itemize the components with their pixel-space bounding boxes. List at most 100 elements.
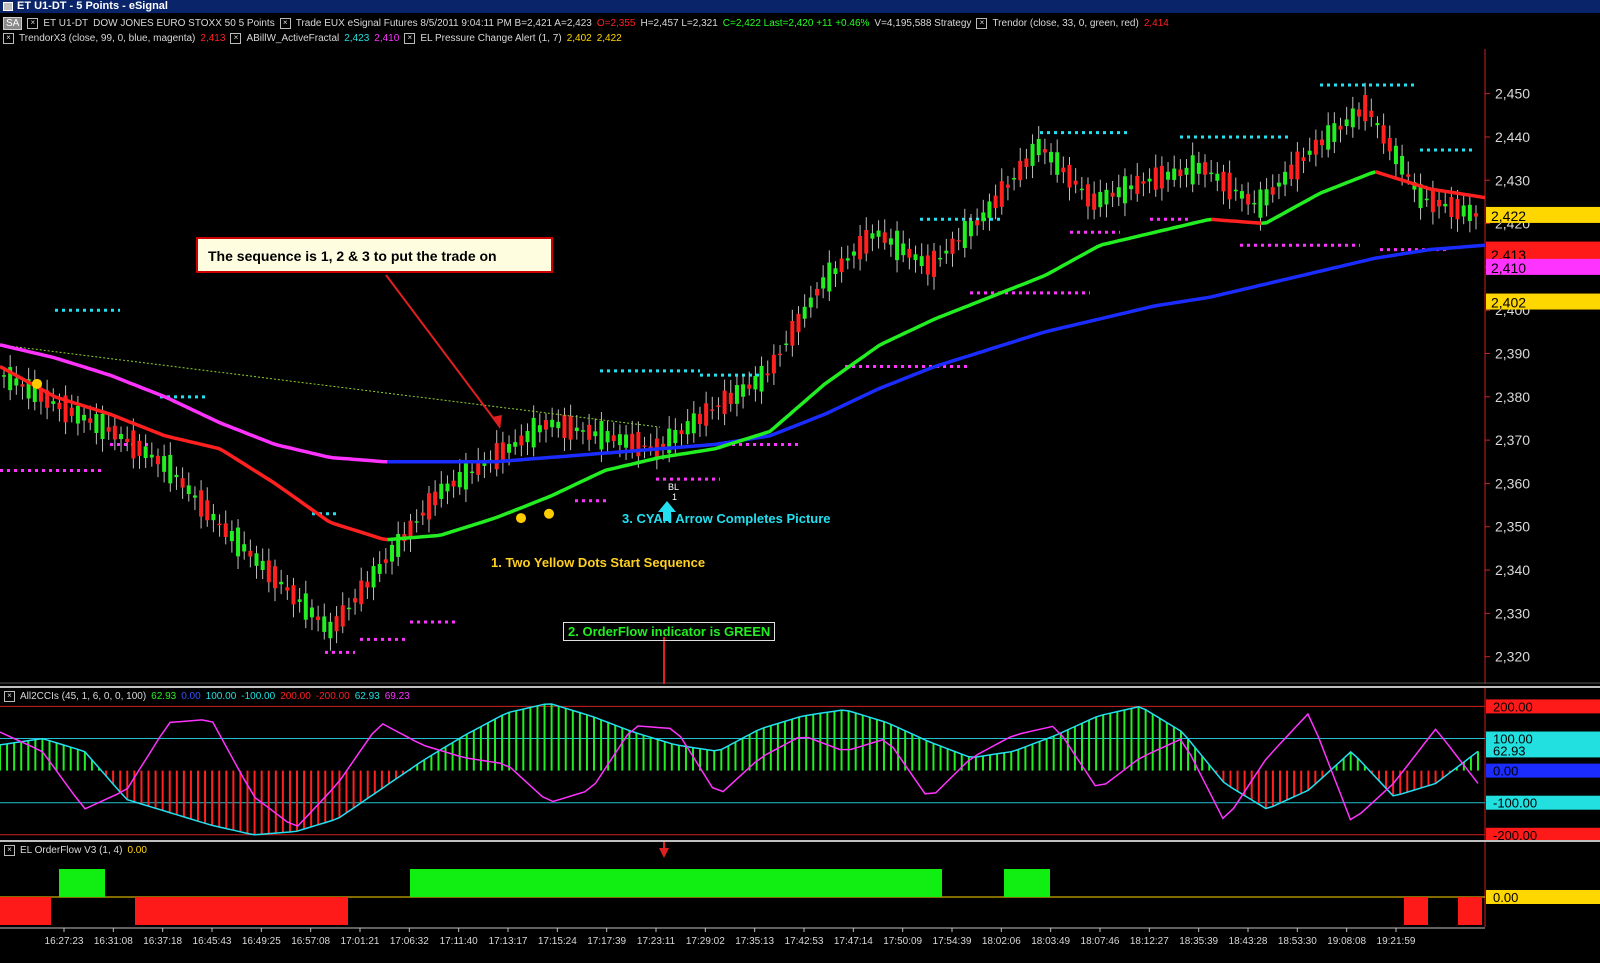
close-study-icon[interactable]: × (230, 32, 242, 44)
candle-body (808, 297, 813, 308)
close-study-icon[interactable]: × (976, 17, 988, 29)
candle-body (1258, 189, 1263, 218)
row2-item: TrendorX3 (close, 99, 0, blue, magenta) (19, 33, 196, 44)
candle-body (174, 474, 179, 478)
candle-body (1116, 187, 1121, 198)
time-tick-label: 16:45:43 (193, 936, 232, 947)
symbol-badge[interactable]: SA (3, 17, 23, 30)
candle-body (704, 403, 709, 426)
candle-body (106, 427, 111, 432)
cci-legend-item: 200.00 (280, 691, 311, 703)
candle-body (938, 257, 943, 260)
candle-body (340, 605, 345, 627)
price-panel[interactable]: 2,4502,4402,4302,4202,4102,4002,3902,380… (0, 49, 1600, 684)
cci-panel[interactable]: × All2CCIs (45, 1, 6, 0, 0, 100) 62.93 0.00… (0, 686, 1600, 840)
close-study-icon[interactable]: × (404, 32, 416, 44)
candle-body (1196, 162, 1201, 174)
time-axis-panel[interactable]: 16:27:23 16:31:08 16:37:18 16:45:43 16:49:25… (0, 927, 1600, 963)
candle-body (1246, 193, 1251, 205)
trendor-line (0, 364, 388, 542)
candle-body (137, 440, 142, 456)
candle-body (1424, 198, 1429, 201)
step2-label: 2. OrderFlow indicator is GREEN (563, 622, 776, 641)
candle-body (728, 392, 733, 404)
candle-body (377, 564, 382, 574)
close-study-icon[interactable]: × (3, 32, 14, 44)
window-title-bar[interactable]: ET U1-DT - 5 Points - eSignal (0, 0, 1600, 13)
candle-body (1455, 198, 1460, 220)
close-study-icon[interactable]: × (279, 17, 291, 29)
orderflow-panel[interactable]: × EL OrderFlow V3 (1, 4) 0.00 0.00 (0, 840, 1600, 927)
cci-slow-line (0, 712, 1479, 827)
candle-body (999, 181, 1004, 207)
candle-body (359, 580, 364, 605)
cci-legend-item: 0.00 (181, 691, 201, 703)
cci-level-label: 0.00 (1493, 764, 1518, 779)
info-row-quote: SA × ET U1-DT DOW JONES EURO STOXX 50 5 Poi… (3, 16, 1174, 32)
row1-item: Trade EUX eSignal Futures 8/5/2011 9:04:… (295, 18, 592, 29)
candle-body (944, 250, 949, 254)
time-tick-label: 17:11:40 (440, 936, 479, 947)
candle-body (463, 461, 468, 490)
candle-body (266, 560, 271, 583)
price-chart[interactable]: 2,4502,4402,4302,4202,4102,4002,3902,380… (0, 49, 1600, 684)
candle-body (353, 598, 358, 603)
cci-legend-item: -100.00 (241, 691, 276, 703)
candle-body (1387, 138, 1392, 152)
orderflow-bear-block (135, 897, 348, 925)
orderflow-chart[interactable]: 0.00 (0, 842, 1600, 927)
candle-body (57, 402, 62, 410)
candle-body (303, 593, 308, 620)
price-label-text: 2,422 (1491, 208, 1526, 224)
candle-body (1289, 164, 1294, 180)
candle-body (1443, 203, 1448, 207)
esignal-window: ET U1-DT - 5 Points - eSignal SA × ET U1-D… (0, 0, 1600, 963)
price-tick-label: 2,450 (1495, 86, 1530, 102)
candle-body (420, 512, 425, 516)
candle-body (981, 212, 986, 222)
candle-body (839, 258, 844, 273)
candle-body (426, 493, 431, 520)
yellow-signal-dot (516, 513, 526, 524)
candle-body (451, 480, 456, 487)
candle-body (439, 483, 444, 499)
app-icon (3, 2, 13, 11)
close-study-icon[interactable]: × (4, 845, 15, 856)
price-tick-label: 2,390 (1495, 346, 1530, 362)
candle-body (457, 472, 462, 488)
candle-body (901, 243, 906, 256)
candle-body (919, 256, 924, 267)
candle-body (1159, 165, 1164, 189)
candle-body (309, 607, 314, 618)
candle-body (82, 414, 87, 421)
candle-body (710, 409, 715, 411)
candle-body (611, 435, 616, 442)
step2-arrow-head (659, 848, 669, 858)
candle-body (371, 566, 376, 588)
time-axis[interactable]: 16:27:23 16:31:08 16:37:18 16:45:43 16:49:25… (0, 927, 1600, 963)
candle-body (956, 240, 961, 242)
candle-body (580, 430, 585, 432)
candle-body (691, 413, 696, 434)
candle-body (1326, 125, 1331, 150)
candle-body (1406, 174, 1411, 177)
candle-body (968, 221, 973, 237)
cci-legend-item: 62.93 (354, 691, 380, 703)
candle-body (260, 560, 265, 571)
cci-chart[interactable]: 200.00 100.00 62.93 0.00 -100.00 -200.00 (0, 688, 1600, 840)
candle-body (1055, 152, 1060, 175)
candle-body (1024, 158, 1029, 167)
close-study-icon[interactable]: × (27, 17, 39, 29)
candle-body (851, 251, 856, 256)
candle-body (119, 434, 124, 440)
candle-body (796, 313, 801, 333)
candle-body (624, 434, 629, 448)
bl-arrow-tag-sub: 1 (672, 492, 678, 502)
candle-body (950, 238, 955, 254)
cci-level-label: -200.00 (1493, 828, 1537, 840)
close-study-icon[interactable]: × (4, 691, 15, 702)
candle-body (1079, 188, 1084, 191)
time-tick-label: 17:35:13 (735, 936, 774, 947)
candle-body (771, 354, 776, 374)
cci-legend-item: All2CCIs (45, 1, 6, 0, 0, 100) (20, 691, 147, 703)
